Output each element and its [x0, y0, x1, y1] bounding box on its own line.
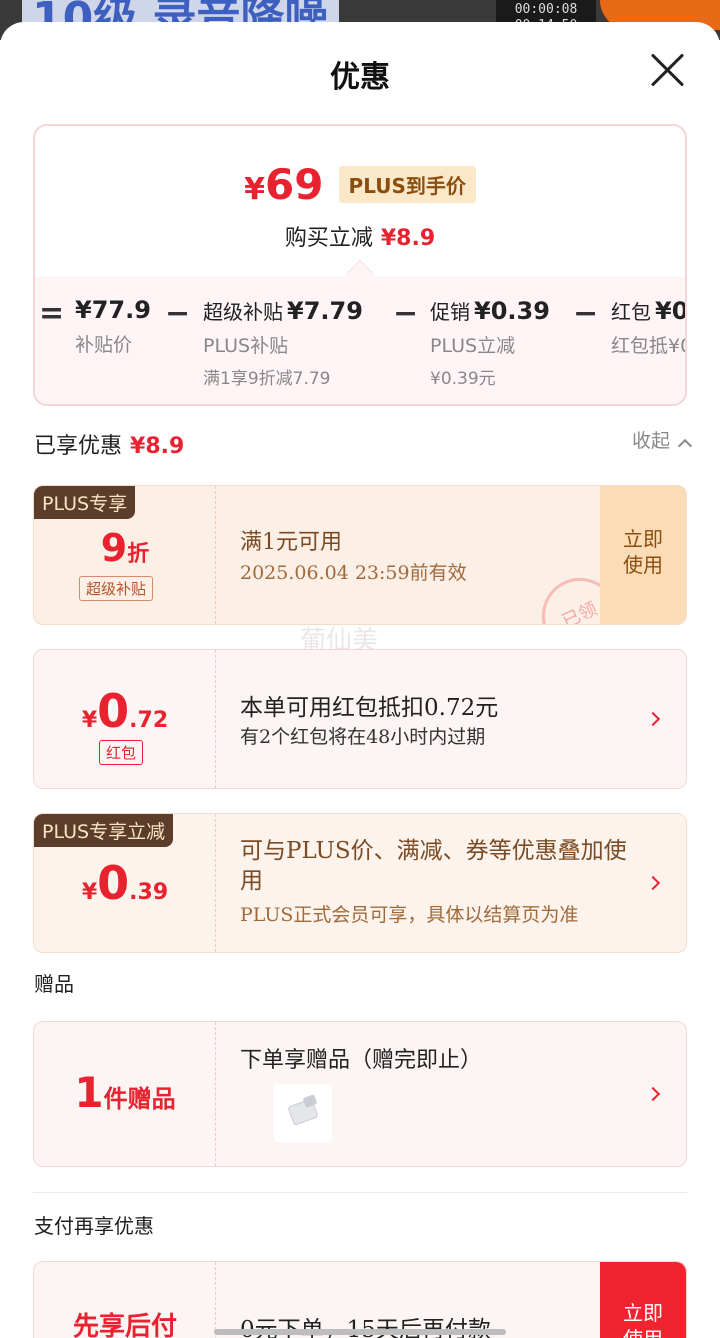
final-price: ¥69	[244, 160, 324, 209]
coupon-title: 满1元可用	[240, 530, 342, 555]
discount-sheet: 优惠 ¥69 PLUS到手价 购买立减 ¥8.9 = ¥77.9 补贴价 − 超级…	[0, 22, 720, 1338]
home-indicator[interactable]	[214, 1329, 506, 1335]
pay-later-label: 先享后付	[72, 1312, 177, 1338]
chevron-right-icon	[645, 875, 661, 891]
red-packet-tag: 红包	[99, 740, 144, 765]
use-now-button[interactable]: 立即使用	[600, 1262, 686, 1338]
plus-reduction-tag: PLUS专享立减	[34, 814, 174, 847]
coupon-right: 0元下单，15天后再付款	[240, 1262, 646, 1338]
super-subsidy-tag: 超级补贴	[79, 576, 154, 601]
final-price-row: ¥69 PLUS到手价	[35, 160, 685, 209]
plus-instant-reduction-coupon[interactable]: ¥0.39 PLUS专享立减 可与PLUS价、满减、券等优惠叠加使用 PLUS正…	[33, 813, 687, 953]
formula-subsidy-price: ¥77.9 补贴价	[75, 296, 151, 356]
coupon-right: 可与PLUS价、满减、券等优惠叠加使用 PLUS正式会员可享，具体以结算页为准	[240, 814, 646, 952]
equals-sign: =	[39, 296, 65, 331]
minus-sign: −	[573, 296, 599, 331]
pay-section-label: 支付再享优惠	[34, 1214, 154, 1238]
coupon-right: 下单享赠品（赠完即止）	[240, 1022, 646, 1166]
red-packet-coupon[interactable]: ¥0.72 红包 本单可用红包抵扣0.72元 有2个红包将在48小时内过期	[33, 649, 687, 789]
sheet-title: 优惠	[330, 60, 390, 95]
price-formula: = ¥77.9 补贴价 − 超级补贴 ¥7.79 PLUS补贴 满1享9折减7.7…	[35, 296, 685, 396]
coupon-left: 1件赠品	[34, 1022, 216, 1166]
coupon-right: 本单可用红包抵扣0.72元 有2个红包将在48小时内过期	[240, 650, 646, 788]
chevron-right-icon	[645, 1086, 661, 1102]
plus-exclusive-tag: PLUS专享	[34, 486, 136, 519]
discount-value: 9折	[100, 526, 150, 570]
minus-sign: −	[393, 296, 419, 331]
formula-red-packet: 红包¥0.72 红包抵¥0.72	[611, 297, 687, 357]
coupon-title: 本单可用红包抵扣0.72元	[240, 695, 499, 721]
usb-adapter-icon[interactable]	[274, 1084, 332, 1142]
close-icon[interactable]	[650, 52, 686, 88]
gifts-section-label: 赠品	[34, 972, 74, 996]
price-summary-card: ¥69 PLUS到手价 购买立减 ¥8.9 = ¥77.9 补贴价 − 超级补贴 ¥…	[33, 124, 687, 406]
pointer-arrow	[345, 259, 375, 289]
coupon-title: 可与PLUS价、满减、券等优惠叠加使用	[240, 838, 627, 894]
coupon-expiry: 2025.06.04 23:59前有效	[240, 562, 467, 584]
coupon-desc: 有2个红包将在48小时内过期	[240, 726, 486, 748]
gift-count: 1件赠品	[74, 1068, 176, 1117]
chevron-up-icon	[677, 438, 693, 454]
gift-card[interactable]: 1件赠品 下单享赠品（赠完即止）	[33, 1021, 687, 1167]
formula-promotion: 促销 ¥0.39 PLUS立减 ¥0.39元	[430, 297, 550, 389]
reduction-amount: ¥0.39	[81, 856, 169, 910]
pay-later-card[interactable]: 先享后付 0元下单，15天后再付款 立即使用	[33, 1261, 687, 1338]
coupon-left: ¥0.72 红包	[34, 650, 216, 788]
use-now-button[interactable]: 立即使用	[600, 486, 686, 624]
formula-super-subsidy: 超级补贴 ¥7.79 PLUS补贴 满1享9折减7.79	[203, 297, 363, 389]
gift-title: 下单享赠品（赠完即止）	[240, 1048, 483, 1073]
coupon-desc: PLUS正式会员可享，具体以结算页为准	[240, 904, 579, 926]
collapse-button[interactable]: 收起	[632, 426, 693, 454]
red-packet-amount: ¥0.72	[81, 684, 169, 738]
plus-price-tag: PLUS到手价	[338, 166, 476, 203]
chevron-right-icon	[645, 711, 661, 727]
divider	[33, 1192, 687, 1193]
coupon-left: 先享后付	[34, 1262, 216, 1338]
minus-sign: −	[165, 296, 191, 331]
purchase-reduction: 购买立减 ¥8.9	[284, 226, 436, 251]
enjoyed-discounts-label: 已享优惠 ¥8.9	[34, 434, 185, 459]
plus-discount-coupon[interactable]: 9折 超级补贴 PLUS专享 满1元可用 2025.06.04 23:59前有效…	[33, 485, 687, 625]
